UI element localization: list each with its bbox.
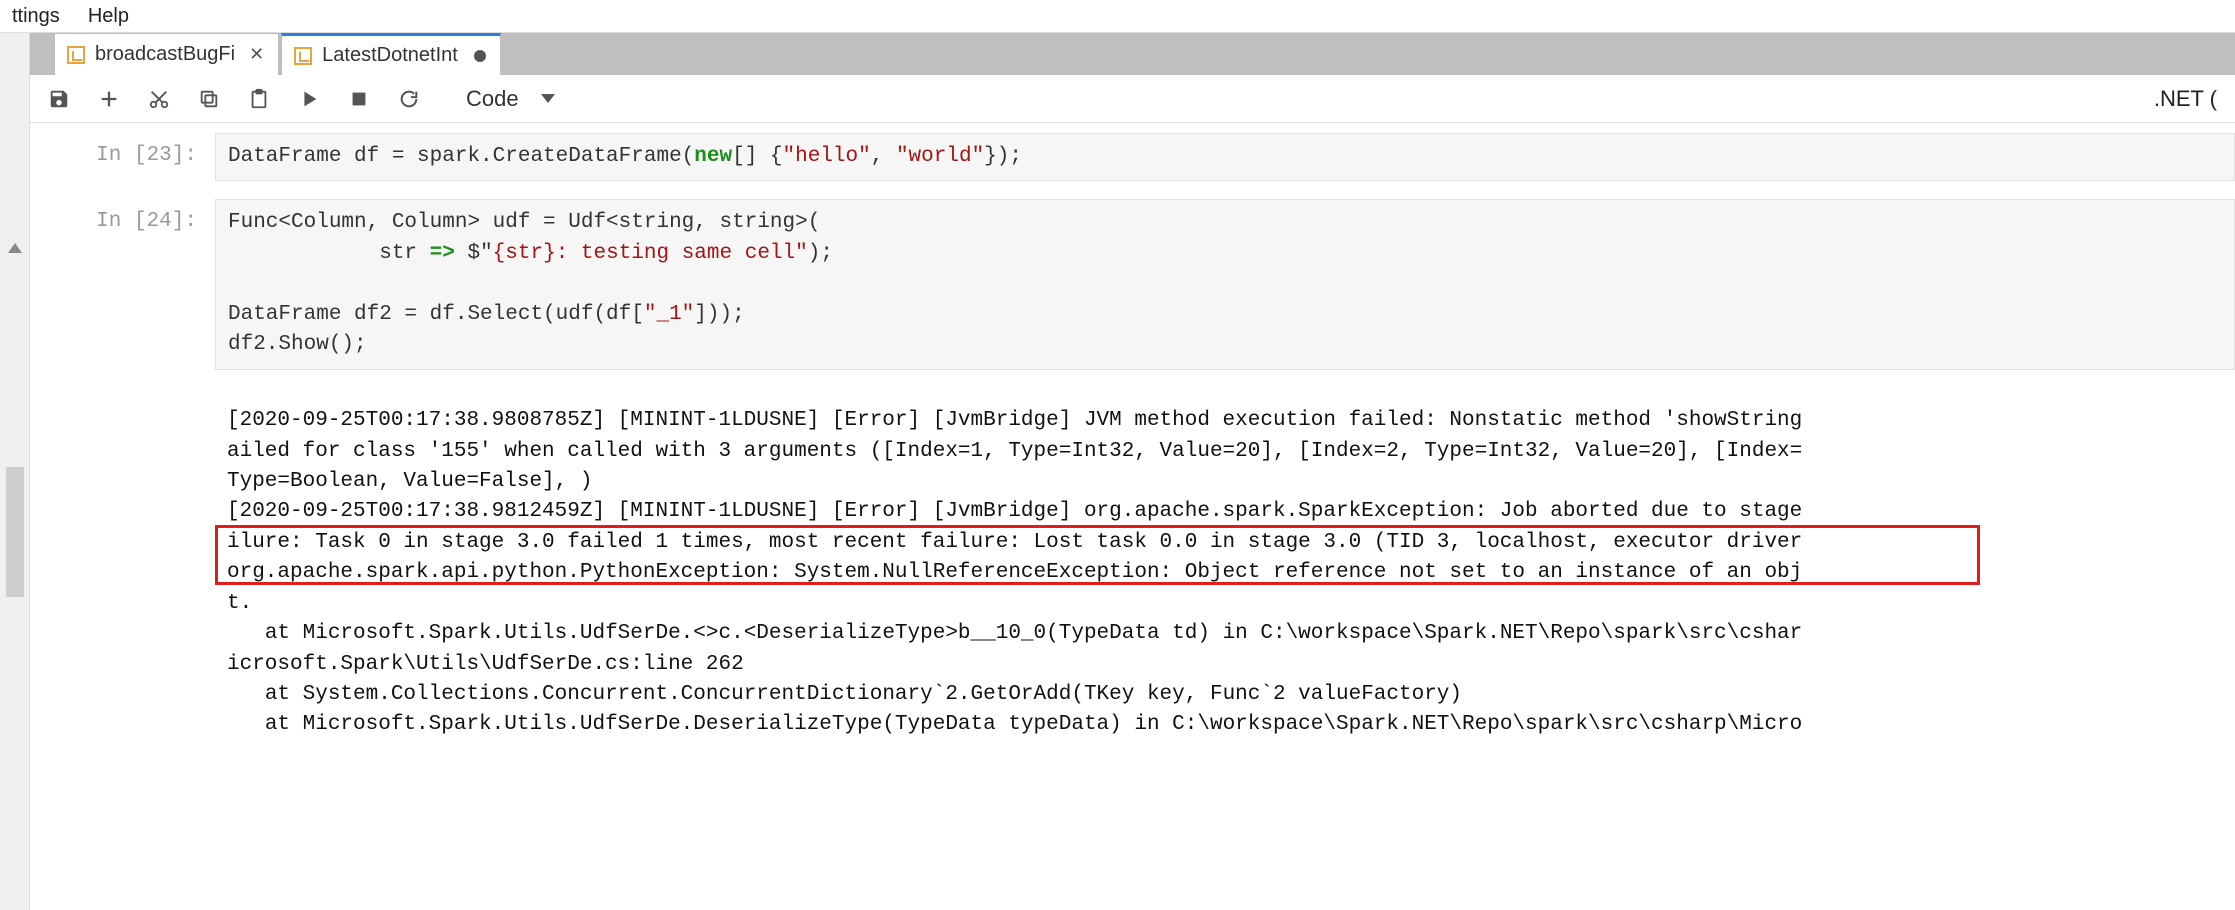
output-line: at System.Collections.Concurrent.Concurr…: [227, 683, 1462, 706]
code-line: Func<Column, Column> udf = Udf<string, s…: [228, 211, 820, 234]
scroll-up-icon[interactable]: [8, 243, 22, 253]
code-input[interactable]: DataFrame df = spark.CreateDataFrame(new…: [215, 133, 2235, 181]
copy-icon[interactable]: [198, 88, 220, 110]
close-icon[interactable]: ✕: [249, 44, 264, 65]
output-line: [2020-09-25T00:17:38.9812459Z] [MININT-1…: [227, 500, 1802, 523]
cell-body: DataFrame df = spark.CreateDataFrame(new…: [215, 133, 2235, 181]
notebook-icon: [294, 47, 312, 65]
chevron-down-icon: [541, 94, 555, 103]
add-icon[interactable]: [98, 88, 120, 110]
string-token: {str}: [493, 242, 556, 265]
output-line: ailed for class '155' when called with 3…: [227, 440, 1802, 463]
stop-icon[interactable]: [348, 88, 370, 110]
prompt-label: In [24]:: [30, 199, 215, 801]
tab-latestdotnetint[interactable]: LatestDotnetInt: [281, 33, 501, 75]
code-line: DataFrame df2 = df.Select(udf(df[: [228, 303, 644, 326]
menu-settings[interactable]: ttings: [12, 5, 60, 28]
code-line: );: [808, 242, 833, 265]
code-line: ]));: [694, 303, 744, 326]
kernel-indicator[interactable]: .NET (: [2154, 86, 2217, 112]
run-icon[interactable]: [298, 88, 320, 110]
string-token: : testing same cell": [556, 242, 808, 265]
output-line: t.: [227, 592, 252, 615]
editor-content: broadcastBugFi ✕ LatestDotnetInt: [30, 33, 2235, 910]
restart-icon[interactable]: [398, 88, 420, 110]
output-line: [2020-09-25T00:17:38.9808785Z] [MININT-1…: [227, 409, 1802, 432]
cut-icon[interactable]: [148, 88, 170, 110]
app-window: ttings Help broadcastBugFi ✕ LatestDotne…: [0, 0, 2235, 910]
cell-body: Func<Column, Column> udf = Udf<string, s…: [215, 199, 2235, 801]
dirty-indicator-icon: [474, 50, 486, 62]
celltype-dropdown[interactable]: Code: [466, 86, 555, 112]
output-line: icrosoft.Spark\Utils\UdfSerDe.cs:line 26…: [227, 653, 744, 676]
notebook-cells: In [23]: DataFrame df = spark.CreateData…: [30, 123, 2235, 910]
tab-bar: broadcastBugFi ✕ LatestDotnetInt: [30, 33, 2235, 75]
left-activity-bar: [0, 33, 30, 910]
menu-help[interactable]: Help: [88, 5, 129, 28]
save-icon[interactable]: [48, 88, 70, 110]
tab-label: broadcastBugFi: [95, 43, 235, 66]
output-line: Type=Boolean, Value=False], ): [227, 470, 592, 493]
celltype-label: Code: [466, 86, 519, 112]
output-line: ilure: Task 0 in stage 3.0 failed 1 time…: [227, 531, 1802, 554]
tab-label: LatestDotnetInt: [322, 44, 458, 67]
sidebar-indicator[interactable]: [6, 467, 24, 597]
main-area: broadcastBugFi ✕ LatestDotnetInt: [0, 32, 2235, 910]
code-line: df2.Show();: [228, 333, 367, 356]
code-line: str: [228, 242, 430, 265]
menu-bar: ttings Help: [0, 0, 2235, 32]
code-input[interactable]: Func<Column, Column> udf = Udf<string, s…: [215, 199, 2235, 369]
output-line: at Microsoft.Spark.Utils.UdfSerDe.Deseri…: [227, 713, 1802, 736]
string-token: "_1": [644, 303, 694, 326]
output-line: org.apache.spark.api.python.PythonExcept…: [227, 561, 1802, 584]
arrow-token: =>: [430, 242, 455, 265]
cell-23[interactable]: In [23]: DataFrame df = spark.CreateData…: [30, 133, 2235, 181]
notebook-icon: [67, 46, 85, 64]
tab-broadcastbugfi[interactable]: broadcastBugFi ✕: [54, 33, 279, 75]
prompt-label: In [23]:: [30, 133, 215, 181]
cell-24[interactable]: In [24]: Func<Column, Column> udf = Udf<…: [30, 199, 2235, 801]
paste-icon[interactable]: [248, 88, 270, 110]
notebook-toolbar: Code .NET (: [30, 75, 2235, 123]
cell-output: [2020-09-25T00:17:38.9808785Z] [MININT-1…: [215, 370, 2235, 802]
code-line: $": [455, 242, 493, 265]
output-line: at Microsoft.Spark.Utils.UdfSerDe.<>c.<D…: [227, 622, 1802, 645]
